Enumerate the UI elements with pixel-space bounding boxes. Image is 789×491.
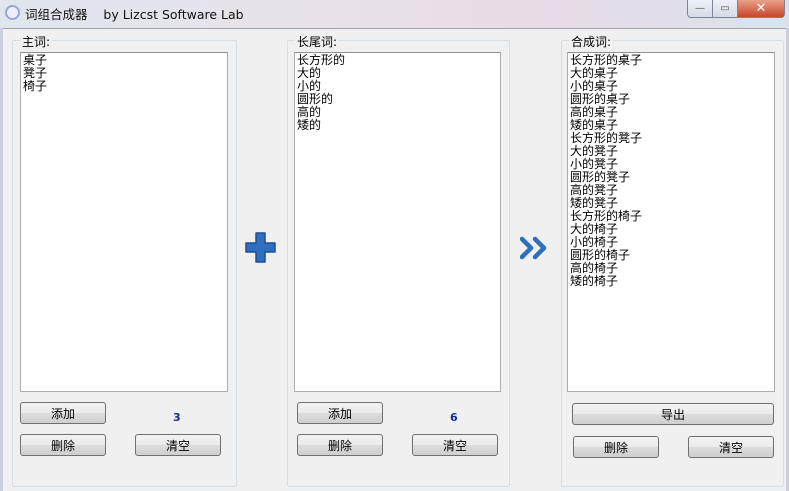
maximize-button[interactable]: ▭ xyxy=(713,0,738,18)
main-clear-button[interactable]: 清空 xyxy=(135,434,221,456)
list-item[interactable]: 高的 xyxy=(297,106,498,119)
list-item[interactable]: 椅子 xyxy=(23,80,225,93)
title-bar[interactable]: 词组合成器 by Lizcst Software Lab — ▭ ✕ xyxy=(0,0,789,28)
result-delete-button[interactable]: 删除 xyxy=(573,436,659,458)
close-button[interactable]: ✕ xyxy=(738,0,785,18)
tail-word-list[interactable]: 长方形的 大的 小的 圆形的 高的 矮的 xyxy=(294,52,501,392)
list-item[interactable]: 矮的椅子 xyxy=(570,275,772,288)
result-clear-button[interactable]: 清空 xyxy=(688,436,774,458)
list-item[interactable]: 大的 xyxy=(297,67,498,80)
tail-count: 6 xyxy=(450,411,458,424)
main-word-list[interactable]: 桌子 凳子 椅子 xyxy=(20,52,228,392)
minimize-button[interactable]: — xyxy=(687,0,713,18)
list-item[interactable]: 矮的 xyxy=(297,119,498,132)
double-chevron-right-icon xyxy=(520,236,547,260)
tail-word-label: 长尾词: xyxy=(295,33,340,50)
list-item[interactable]: 凳子 xyxy=(23,67,225,80)
result-list[interactable]: 长方形的桌子 大的桌子 小的桌子 圆形的桌子 高的桌子 矮的桌子 长方形的凳子 大的凳子 小的凳… xyxy=(567,52,775,392)
list-item[interactable]: 圆形的 xyxy=(297,93,498,106)
main-add-button[interactable]: 添加 xyxy=(20,402,106,424)
main-count: 3 xyxy=(173,411,181,424)
list-item[interactable]: 桌子 xyxy=(23,54,225,67)
list-item[interactable]: 长方形的 xyxy=(297,54,498,67)
export-button[interactable]: 导出 xyxy=(572,403,774,425)
plus-icon xyxy=(245,232,276,263)
window-title: 词组合成器 by Lizcst Software Lab xyxy=(25,7,244,22)
tail-clear-button[interactable]: 清空 xyxy=(412,434,498,456)
app-icon xyxy=(5,5,20,20)
result-label: 合成词: xyxy=(569,33,614,50)
tail-add-button[interactable]: 添加 xyxy=(297,402,383,424)
tail-delete-button[interactable]: 删除 xyxy=(297,434,383,456)
main-delete-button[interactable]: 删除 xyxy=(20,434,106,456)
main-word-label: 主词: xyxy=(20,33,53,50)
